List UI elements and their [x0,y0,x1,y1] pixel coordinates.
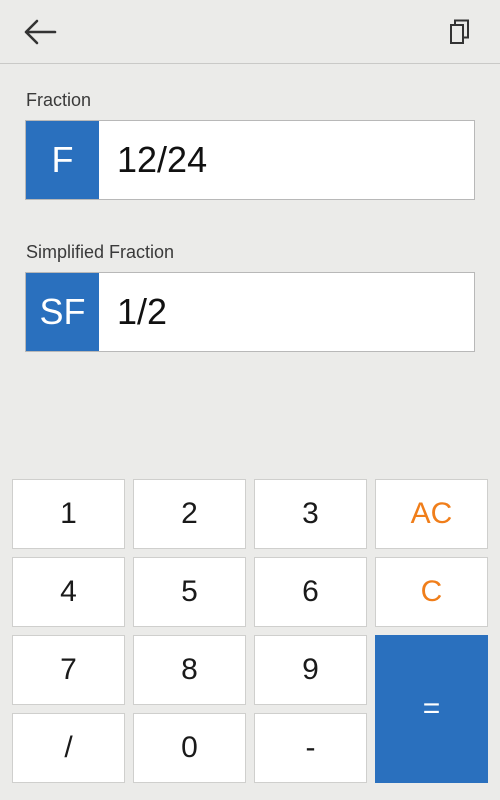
fraction-field[interactable]: F 12/24 [25,120,475,200]
key-6[interactable]: 6 [254,557,367,627]
simplified-fraction-badge: SF [26,273,99,351]
all-clear-button[interactable]: AC [375,479,488,549]
key-7[interactable]: 7 [12,635,125,705]
fraction-label: Fraction [26,90,92,110]
simplified-fraction-field: SF 1/2 [25,272,475,352]
simplified-fraction-label: Simplified Fraction [26,242,175,262]
key-slash[interactable]: / [12,713,125,783]
key-minus[interactable]: - [254,713,367,783]
fraction-badge: F [26,121,99,199]
key-8[interactable]: 8 [133,635,246,705]
clear-button[interactable]: C [375,557,488,627]
fraction-value: 12/24 [117,139,208,180]
key-5[interactable]: 5 [133,557,246,627]
key-9[interactable]: 9 [254,635,367,705]
copy-icon [450,19,469,44]
key-1[interactable]: 1 [12,479,125,549]
key-3[interactable]: 3 [254,479,367,549]
key-4[interactable]: 4 [12,557,125,627]
key-2[interactable]: 2 [133,479,246,549]
keypad: 1 2 3 AC 4 5 6 C 7 8 9 = / 0 - [12,479,488,785]
top-toolbar [0,0,500,64]
key-0[interactable]: 0 [133,713,246,783]
equals-button[interactable]: = [375,635,488,783]
simplified-fraction-value: 1/2 [117,291,168,332]
copy-button[interactable] [440,12,480,52]
back-button[interactable] [18,12,62,52]
arrow-left-icon [24,19,57,45]
